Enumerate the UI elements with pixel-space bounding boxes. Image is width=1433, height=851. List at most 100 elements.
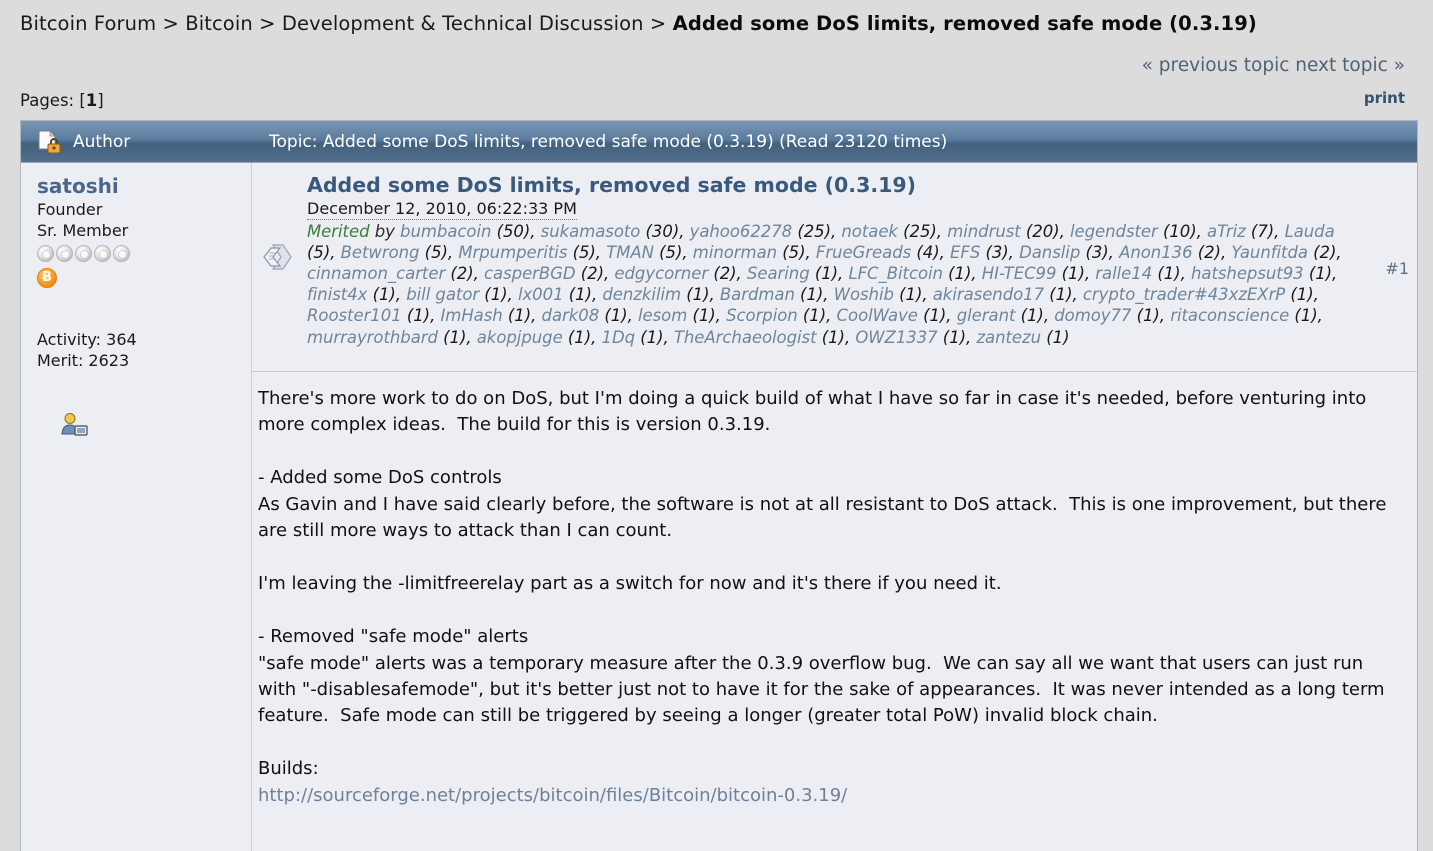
merit-giver-link[interactable]: finist4x [307,285,367,304]
merit-amount: (1), [1285,285,1319,305]
build-download-link[interactable]: http://sourceforge.net/projects/bitcoin/… [258,785,847,806]
merit-giver-link[interactable]: mindrust [947,222,1021,241]
print-link[interactable]: print [1364,89,1405,107]
merit-amount: (1), [437,327,472,347]
merit-giver-link[interactable]: Rooster101 [307,306,402,325]
merit-giver-link[interactable]: notaek [841,222,898,241]
merit-giver-link[interactable]: Searing [747,264,810,283]
merit-giver-link[interactable]: Mrpumperitis [458,243,567,262]
merit-giver-link[interactable]: Danslip [1019,243,1080,262]
merit-giver-link[interactable]: ralle14 [1095,264,1152,283]
merit-giver-link[interactable]: Woshib [834,285,894,304]
poster-username-link[interactable]: satoshi [37,174,119,198]
merit-amount: (1), [816,327,851,347]
breadcrumb-current-topic: Added some DoS limits, removed safe mode… [672,12,1257,35]
post-header: Added some DoS limits, removed safe mode… [252,163,1417,372]
merit-amount: (5), [777,242,811,262]
merit-giver-link[interactable]: EFS [950,243,980,262]
merit-giver-link[interactable]: minorman [693,243,777,262]
merit-giver-link[interactable]: FrueGreads [816,243,911,262]
post-number-link[interactable]: #1 [1385,259,1409,278]
bitcoin-coin-icon: Ƀ [37,267,57,288]
merit-giver-link[interactable]: akirasendo17 [933,285,1044,304]
next-topic-link[interactable]: next topic » [1295,55,1405,76]
merit-amount: (1), [1303,263,1338,283]
merit-amount: (5), [567,242,602,262]
merit-giver-link[interactable]: Anon136 [1119,243,1193,262]
merit-giver-link[interactable]: TheArchaeologist [674,328,817,347]
poster-merit: Merit: 2623 [37,351,130,371]
pagination: Pages: [1] [20,91,104,110]
merit-giver-link[interactable]: bill gator [406,285,479,304]
merit-amount: (1), [562,327,597,347]
previous-topic-link[interactable]: « previous topic [1142,55,1290,76]
merit-giver-link[interactable]: ImHash [440,306,502,325]
column-header-topic: Topic: Added some DoS limits, removed sa… [269,131,948,152]
merit-giver-link[interactable]: cinnamon_carter [307,264,445,283]
merit-giver-link[interactable]: Yaunfitda [1231,243,1308,262]
rank-star-icon [56,244,73,262]
merit-giver-link[interactable]: casperBGD [484,264,576,283]
merited-by-list: Merited by bumbacoin (50), sukamasoto (3… [307,221,1355,348]
merit-giver-link[interactable]: TMAN [606,243,654,262]
merit-giver-link[interactable]: CoolWave [837,306,918,325]
merit-giver-link[interactable]: ritaconscience [1170,306,1289,325]
merit-giver-link[interactable]: legendster [1070,222,1158,241]
merit-amount: (25), [897,221,942,241]
merit-amount: (1), [1044,285,1078,305]
merit-giver-link[interactable]: sukamasoto [541,222,641,241]
merit-giver-link[interactable]: Betwrong [341,243,420,262]
merit-amount: (50), [491,221,536,241]
merit-giver-link[interactable]: crypto_trader#43xzEXrP [1083,285,1285,304]
merit-giver-link[interactable]: lx001 [518,285,564,304]
merit-amount: (1), [797,306,832,326]
pagination-label: Pages: [ [20,91,86,110]
merit-giver-link[interactable]: aTriz [1207,222,1246,241]
post-subject[interactable]: Added some DoS limits, removed safe mode… [307,171,1417,198]
merit-giver-link[interactable]: yahoo62278 [690,222,793,241]
merit-giver-link[interactable]: denzkilim [602,285,681,304]
merit-giver-link[interactable]: HI-TEC99 [982,264,1057,283]
breadcrumb-item-forum[interactable]: Bitcoin Forum [20,12,156,35]
breadcrumb-separator: > [156,12,186,35]
merit-amount: (25), [792,221,837,241]
merit-amount: (1), [401,306,436,326]
poster-username[interactable]: satoshi [37,174,251,199]
merit-giver-link[interactable]: Scorpion [726,306,798,325]
merit-giver-link[interactable]: OWZ1337 [855,328,937,347]
merit-amount: (1), [681,285,715,305]
merit-amount: (7), [1245,221,1280,241]
merit-amount: (1), [1289,306,1323,326]
merit-amount: (30), [640,221,685,241]
merit-giver-link[interactable]: domoy77 [1054,306,1131,325]
poster-rank: Sr. Member [37,220,129,240]
merit-giver-link[interactable]: edgycorner [614,264,708,283]
breadcrumb-item-bitcoin[interactable]: Bitcoin [185,12,253,35]
merit-amount: (1), [479,285,513,305]
merit-giver-link[interactable]: Bardman [720,285,795,304]
post-subject-link[interactable]: Added some DoS limits, removed safe mode… [307,173,916,197]
merit-amount: (1), [1152,263,1186,283]
merit-giver-link[interactable]: 1Dq [602,328,636,347]
merit-giver-link[interactable]: glerant [957,306,1016,325]
post-number[interactable]: #1 [1385,259,1409,278]
merit-amount: (1), [809,263,844,283]
merit-giver-link[interactable]: hatshepsut93 [1191,264,1304,283]
breadcrumb-item-development[interactable]: Development & Technical Discussion [282,12,644,35]
merit-giver-link[interactable]: LFC_Bitcoin [848,264,943,283]
merit-giver-link[interactable]: bumbacoin [400,222,491,241]
merit-amount: (1), [917,306,952,326]
locked-topic-icon [21,129,73,155]
merit-giver-link[interactable]: murrayrothbard [307,328,438,347]
merit-giver-link[interactable]: zantezu [976,328,1041,347]
merit-amount: (1), [367,285,401,305]
merit-giver-link[interactable]: lesom [638,306,687,325]
merit-giver-link[interactable]: Lauda [1285,222,1335,241]
rank-star-icon [75,244,92,262]
merit-giver-link[interactable]: akopjpuge [477,328,563,347]
rank-star-icon [94,244,111,262]
merit-amount: (1), [563,285,598,305]
view-profile-icon[interactable] [59,411,89,443]
merit-giver-link[interactable]: dark08 [542,306,600,325]
pagination-current-page[interactable]: 1 [86,91,97,110]
